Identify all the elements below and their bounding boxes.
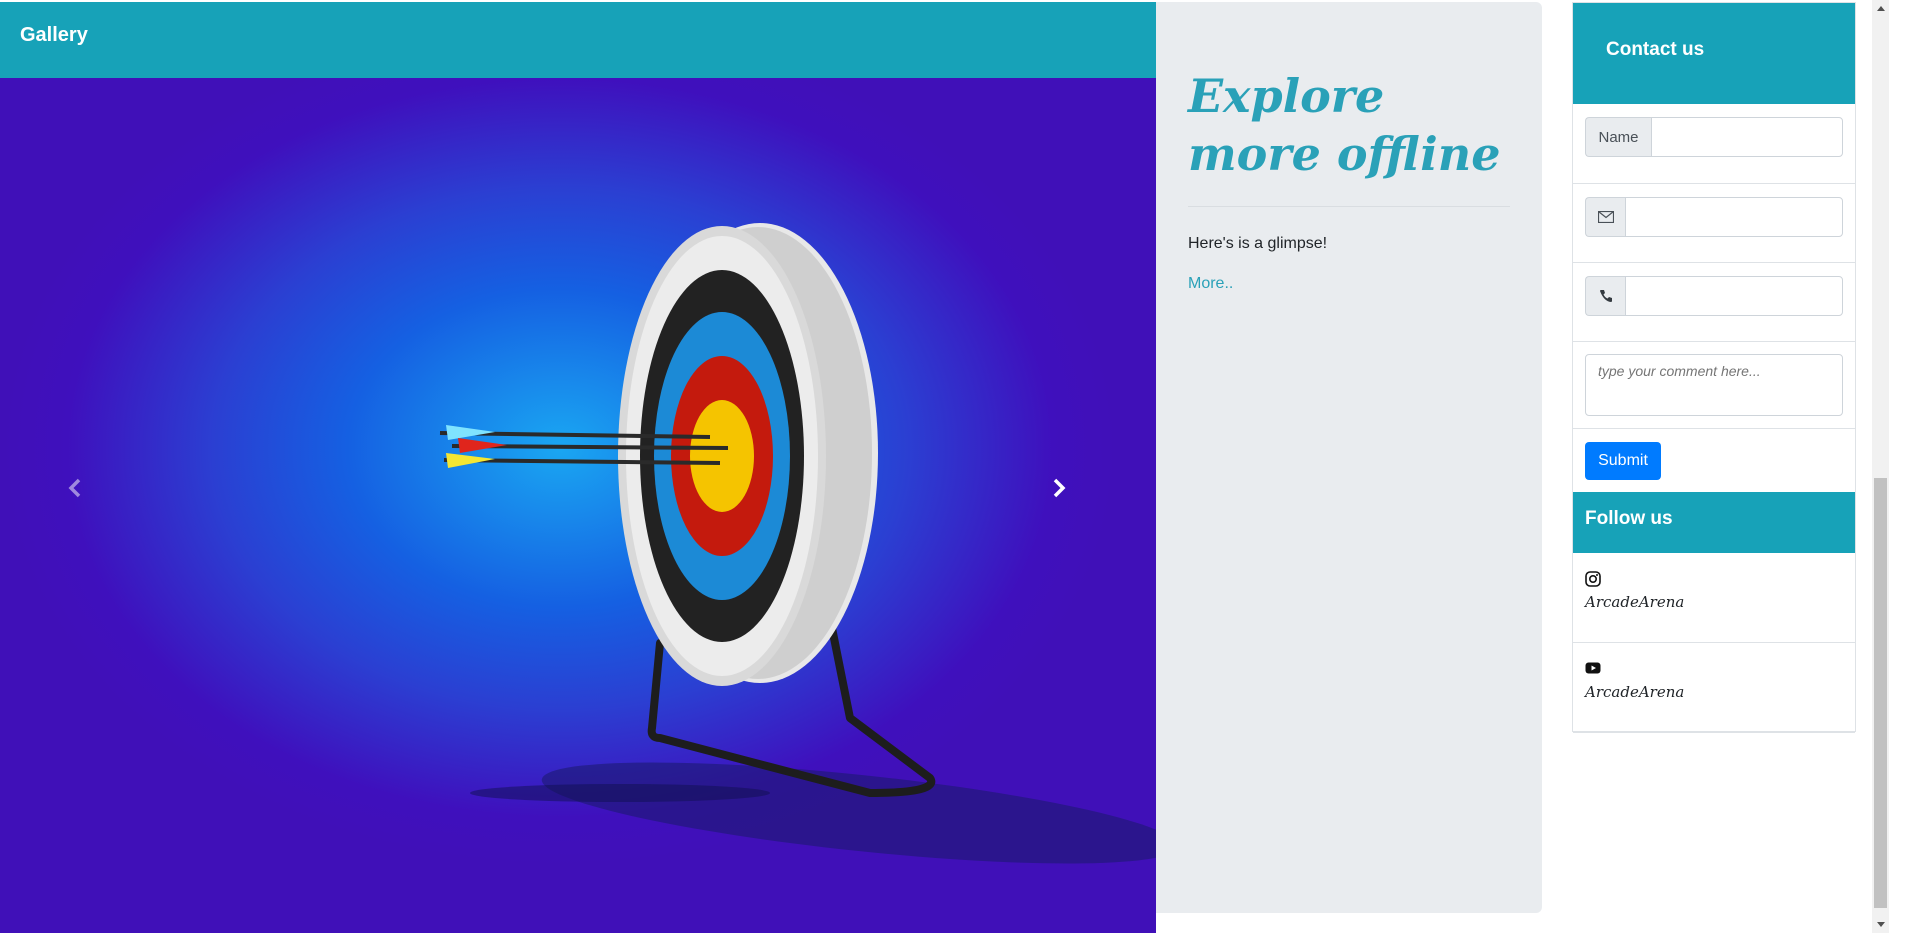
envelope-icon [1585, 197, 1625, 237]
explore-section: Explore more offline Here's is a glimpse… [1156, 2, 1542, 913]
explore-heading: Explore more offline [1188, 69, 1501, 181]
scroll-thumb[interactable] [1874, 478, 1887, 908]
contact-header: Contact us [1573, 3, 1855, 104]
phone-input[interactable] [1625, 276, 1843, 316]
name-input[interactable] [1651, 117, 1843, 157]
gallery-header: Gallery [0, 2, 1156, 78]
phone-icon [1585, 276, 1625, 316]
scroll-down-arrow[interactable] [1872, 916, 1889, 933]
submit-row: Submit [1573, 429, 1855, 492]
comment-row [1573, 342, 1855, 429]
submit-button[interactable]: Submit [1585, 442, 1661, 480]
follow-header: Follow us [1573, 492, 1855, 553]
comment-textarea[interactable] [1585, 354, 1843, 416]
scroll-up-arrow[interactable] [1872, 0, 1889, 17]
scrollbar[interactable] [1872, 0, 1889, 933]
gallery-title: Gallery [20, 24, 88, 46]
name-row: Name [1573, 104, 1855, 184]
chevron-left-icon [68, 478, 81, 498]
explore-divider [1188, 206, 1510, 207]
carousel-image-archery-target [439, 223, 1156, 864]
youtube-icon [1585, 662, 1601, 674]
more-link[interactable]: More.. [1188, 275, 1233, 293]
social-item-youtube[interactable]: ArcadeArena [1573, 643, 1855, 733]
contact-title: Contact us [1606, 39, 1705, 60]
explore-text: Here's is a glimpse! [1188, 235, 1328, 252]
name-label: Name [1585, 117, 1651, 157]
name-input-group: Name [1585, 117, 1843, 157]
phone-input-group [1585, 276, 1843, 316]
email-input[interactable] [1625, 197, 1843, 237]
email-input-group [1585, 197, 1843, 237]
carousel-prev-button[interactable] [67, 478, 107, 518]
follow-title: Follow us [1585, 508, 1673, 529]
carousel[interactable] [0, 78, 1156, 933]
instagram-icon [1585, 571, 1601, 587]
email-row [1573, 184, 1855, 263]
chevron-right-icon [1053, 478, 1066, 498]
social-name-instagram: ArcadeArena [1585, 593, 1685, 611]
social-item-instagram[interactable]: ArcadeArena [1573, 553, 1855, 643]
sidebar: Contact us Name type your comment here..… [1572, 2, 1856, 733]
page: Gallery Explore more offline Here's is a… [0, 0, 1905, 933]
carousel-next-button[interactable] [1049, 478, 1089, 518]
social-name-youtube: ArcadeArena [1585, 683, 1685, 701]
gallery-section: Gallery [0, 2, 1156, 933]
phone-row [1573, 263, 1855, 342]
